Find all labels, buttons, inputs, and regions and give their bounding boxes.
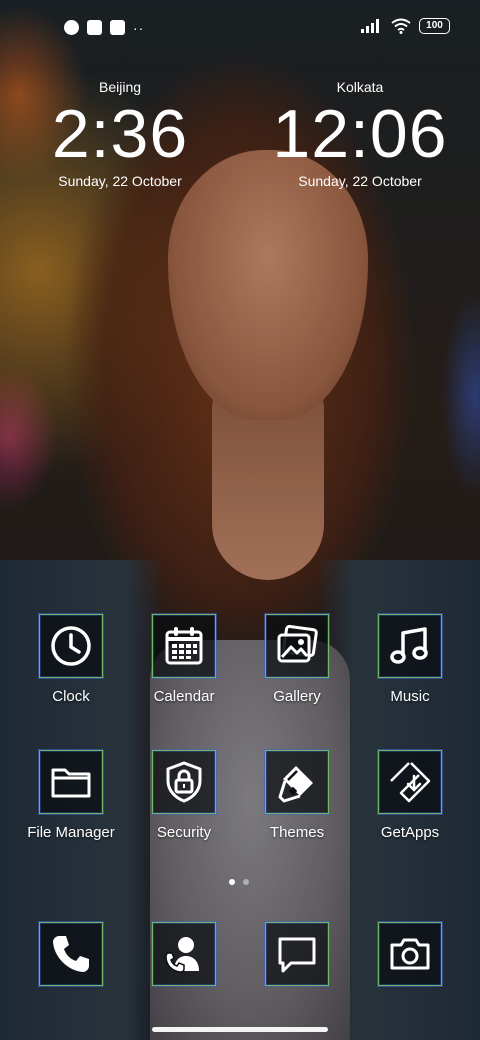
shield-lock-icon[interactable] (152, 750, 216, 814)
paintbrush-icon[interactable] (265, 750, 329, 814)
app-notification-icon (64, 20, 79, 35)
app-label: File Manager (27, 824, 115, 841)
calendar-icon[interactable] (152, 614, 216, 678)
dock-phone[interactable] (11, 922, 131, 986)
download-icon[interactable] (378, 750, 442, 814)
home-indicator[interactable] (152, 1027, 328, 1032)
clock-city: Kolkata (336, 79, 384, 95)
app-label: GetApps (380, 824, 440, 841)
page-dot (243, 879, 249, 885)
clock-icon[interactable] (39, 614, 103, 678)
clock-time: 2:36 (51, 96, 189, 172)
page-dot-active (229, 879, 235, 885)
app-label: Themes (269, 824, 325, 841)
clock-date: Sunday, 22 October (298, 173, 422, 189)
dock-messages[interactable] (237, 922, 357, 986)
app-getapps[interactable]: GetApps (350, 750, 470, 842)
clock-widget-beijing[interactable]: Beijing 2:36 Sunday, 22 October (0, 78, 240, 190)
battery-icon: 100 (419, 18, 450, 34)
status-bar[interactable]: ·· 100 (0, 0, 480, 56)
app-clock[interactable]: Clock (11, 614, 131, 706)
clock-date: Sunday, 22 October (58, 173, 182, 189)
app-label: Clock (52, 688, 90, 705)
upload-notification-icon (110, 20, 125, 35)
phone-icon[interactable] (39, 922, 103, 986)
folder-icon[interactable] (39, 750, 103, 814)
app-themes[interactable]: Themes (237, 750, 357, 842)
app-calendar[interactable]: Calendar (124, 614, 244, 706)
notification-icons: ·· (64, 20, 144, 35)
app-label: Security (156, 824, 212, 841)
music-icon[interactable] (378, 614, 442, 678)
gallery-icon[interactable] (265, 614, 329, 678)
page-indicator[interactable] (229, 879, 249, 885)
dock-contacts[interactable] (124, 922, 244, 986)
square-notification-icon (87, 20, 102, 35)
system-icons: 100 (361, 18, 450, 34)
clock-time: 12:06 (272, 96, 448, 172)
dock-camera[interactable] (350, 922, 470, 986)
app-security[interactable]: Security (124, 750, 244, 842)
more-notifications-icon: ·· (133, 19, 145, 36)
message-icon[interactable] (265, 922, 329, 986)
camera-icon[interactable] (378, 922, 442, 986)
contacts-icon[interactable] (152, 922, 216, 986)
app-music[interactable]: Music (350, 614, 470, 706)
app-label: Music (390, 688, 430, 705)
app-file-manager[interactable]: File Manager (11, 750, 131, 842)
clock-widget-kolkata[interactable]: Kolkata 12:06 Sunday, 22 October (240, 78, 480, 190)
app-label: Calendar (153, 688, 215, 705)
wifi-icon (391, 18, 411, 34)
app-gallery[interactable]: Gallery (237, 614, 357, 706)
signal-icon (361, 19, 379, 33)
clock-city: Beijing (98, 79, 142, 95)
app-label: Gallery (273, 688, 321, 705)
